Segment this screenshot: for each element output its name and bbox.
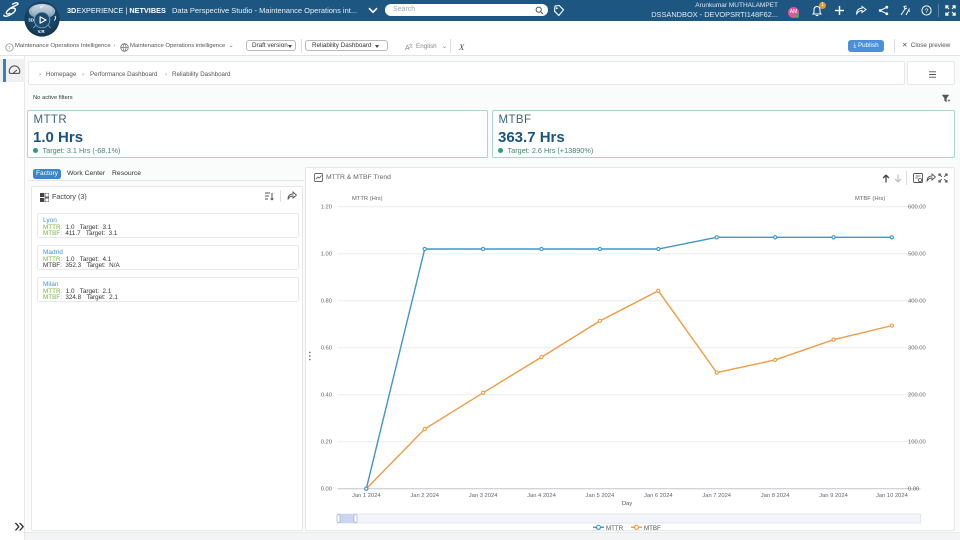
svg-text:0.00: 0.00 (321, 487, 332, 493)
svg-text:0.20: 0.20 (321, 440, 332, 446)
svg-text:V.R: V.R (38, 29, 46, 34)
svg-text:100.00: 100.00 (908, 440, 926, 446)
svg-text:MTBF (Hrs): MTBF (Hrs) (855, 196, 885, 202)
svg-text:MTTR (Hrs): MTTR (Hrs) (352, 196, 383, 202)
svg-text:0.00: 0.00 (908, 487, 919, 493)
svg-text:600.00: 600.00 (908, 205, 926, 211)
svg-text:Day: Day (622, 501, 632, 507)
svg-text:Jan 10 2024: Jan 10 2024 (876, 493, 909, 499)
svg-text:Jan 5 2024: Jan 5 2024 (586, 493, 615, 499)
svg-text:Jan 9 2024: Jan 9 2024 (819, 493, 848, 499)
svg-text:Jan 8 2024: Jan 8 2024 (761, 493, 790, 499)
svg-text:MTTR: MTTR (606, 525, 624, 532)
svg-text:Jan 1 2024: Jan 1 2024 (352, 493, 381, 499)
svg-text:MTBF: MTBF (644, 525, 661, 532)
svg-text:0.40: 0.40 (321, 393, 332, 399)
svg-text:200.00: 200.00 (908, 393, 926, 399)
svg-text:文: 文 (409, 43, 414, 50)
svg-text:1.20: 1.20 (321, 205, 332, 211)
svg-text:500.00: 500.00 (908, 252, 926, 258)
svg-text:Jan 3 2024: Jan 3 2024 (469, 493, 498, 499)
svg-text:T: T (8, 45, 11, 50)
svg-text:Jan 7 2024: Jan 7 2024 (702, 493, 731, 499)
svg-text:Jan 4 2024: Jan 4 2024 (527, 493, 556, 499)
svg-text:?: ? (925, 8, 929, 15)
svg-text:0.80: 0.80 (321, 299, 332, 305)
svg-text:Jan 2 2024: Jan 2 2024 (410, 493, 439, 499)
svg-text:400.00: 400.00 (908, 299, 926, 305)
svg-text:3D: 3D (28, 18, 34, 23)
svg-text:Jan 6 2024: Jan 6 2024 (644, 493, 673, 499)
svg-text:300.00: 300.00 (908, 346, 926, 352)
svg-text:0.60: 0.60 (321, 346, 332, 352)
svg-text:1.00: 1.00 (321, 252, 332, 258)
